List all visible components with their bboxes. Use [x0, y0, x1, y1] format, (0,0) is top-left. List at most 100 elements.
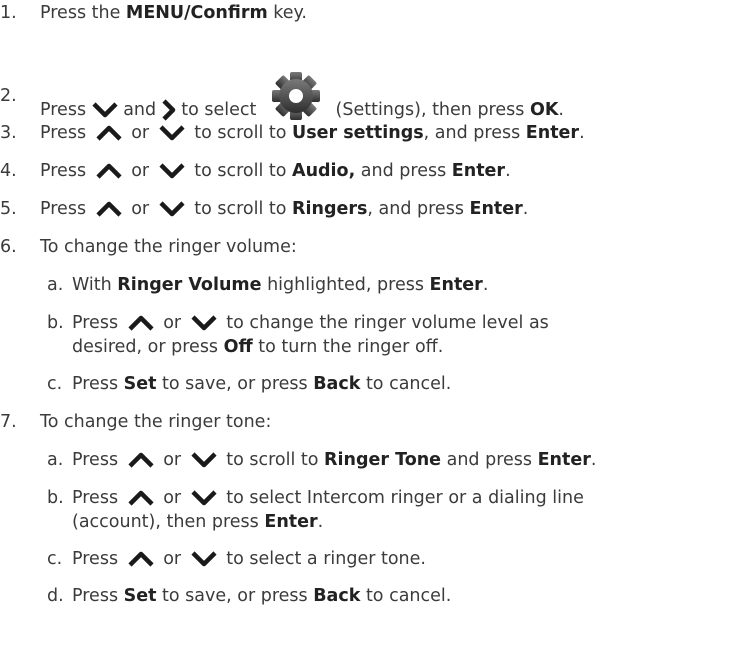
key-name: Set: [123, 374, 157, 394]
step-text: Press: [40, 123, 92, 143]
step-text: to save, or press: [156, 586, 314, 606]
key-name: Enter: [469, 199, 523, 219]
chevron-down-icon: [159, 163, 185, 179]
substep-letter: b.: [47, 313, 64, 333]
chevron-up-icon: [96, 125, 122, 141]
substep-letter: c.: [47, 549, 63, 569]
step-text: To change the ringer volume:: [40, 237, 297, 257]
step-text: highlighted, press: [261, 275, 430, 295]
substep-letter: b.: [47, 488, 64, 508]
step-text: , and press: [367, 199, 470, 219]
step-text: to select Intercom ringer or a dialing l…: [220, 488, 584, 508]
step-text: .: [579, 123, 585, 143]
step-number: 5.: [0, 199, 17, 219]
menu-item-name: Ringer Volume: [117, 275, 262, 295]
chevron-right-icon: [162, 99, 176, 121]
step-text: or: [125, 161, 155, 181]
chevron-down-icon: [191, 490, 217, 506]
step-text: Press: [72, 450, 124, 470]
key-name: MENU/Confirm: [125, 3, 268, 23]
step-text: to cancel.: [360, 586, 452, 606]
key-name: Enter: [429, 275, 483, 295]
step-text: .: [522, 199, 529, 219]
chevron-up-icon: [128, 315, 154, 331]
chevron-down-icon: [159, 201, 185, 217]
substep-letter: c.: [47, 374, 63, 394]
substep-letter: a.: [47, 450, 64, 470]
key-name: Off: [223, 337, 253, 357]
step-text: and press: [355, 161, 452, 181]
step-text: .: [317, 512, 324, 532]
step-number: 3.: [0, 123, 17, 143]
key-name: Enter: [264, 512, 318, 532]
step-text: to scroll to: [188, 123, 293, 143]
step-text: Press: [72, 549, 124, 569]
chevron-down-icon: [191, 452, 217, 468]
step-text: to scroll to: [220, 450, 325, 470]
step-text: Press: [40, 100, 92, 120]
step-text: to scroll to: [188, 199, 293, 219]
step-number: 6.: [0, 237, 17, 257]
step-text: .: [482, 275, 489, 295]
key-name: Back: [313, 374, 361, 394]
menu-item-name: User settings: [292, 123, 424, 143]
step-text: With: [72, 275, 118, 295]
step-text: Press: [72, 488, 124, 508]
key-name: Enter: [537, 450, 591, 470]
chevron-down-icon: [159, 125, 185, 141]
key-name: Back: [313, 586, 361, 606]
instructions-page: 1. Press the MENU/Confirm key. 2. Press …: [0, 0, 747, 669]
step-text: or: [125, 199, 155, 219]
step-text: Press: [72, 586, 124, 606]
menu-item-name: Ringer Tone: [324, 450, 442, 470]
step-text: to cancel.: [360, 374, 452, 394]
step-text: .: [590, 450, 597, 470]
step-text: to scroll to: [188, 161, 293, 181]
step-number: 1.: [0, 3, 17, 23]
step-text: .: [505, 161, 511, 181]
chevron-up-icon: [128, 551, 154, 567]
step-text: key.: [267, 3, 307, 23]
menu-item-name: Ringers: [292, 199, 368, 219]
step-text: to select a ringer tone.: [220, 549, 426, 569]
step-number: 2.: [0, 86, 17, 106]
step-text: or: [157, 313, 187, 333]
step-text: desired, or press: [72, 337, 224, 357]
step-text: Press: [40, 199, 92, 219]
substep-letter: d.: [47, 586, 64, 606]
chevron-down-icon: [92, 102, 118, 118]
step-text: and press: [441, 450, 538, 470]
chevron-up-icon: [96, 201, 122, 217]
step-text: Press: [40, 161, 92, 181]
substep-letter: a.: [47, 275, 64, 295]
step-text: or: [157, 450, 187, 470]
key-name: Enter: [525, 123, 580, 143]
step-text: or: [125, 123, 155, 143]
step-text: to change the ringer volume level as: [220, 313, 549, 333]
menu-item-name: Audio,: [292, 161, 356, 181]
step-text: to select: [175, 100, 262, 120]
key-name: Enter: [451, 161, 506, 181]
step-text: or: [157, 549, 187, 569]
step-text: (Settings), then press: [329, 100, 530, 120]
step-text: to turn the ringer off.: [252, 337, 444, 357]
step-text: (account), then press: [72, 512, 265, 532]
chevron-up-icon: [96, 163, 122, 179]
chevron-down-icon: [191, 315, 217, 331]
step-text: to save, or press: [156, 374, 314, 394]
step-text: Press: [72, 313, 124, 333]
step-number: 7.: [0, 412, 17, 432]
step-text: Press the: [40, 3, 126, 23]
step-text: or: [157, 488, 187, 508]
step-text: To change the ringer tone:: [40, 412, 272, 432]
chevron-up-icon: [128, 452, 154, 468]
chevron-down-icon: [191, 551, 217, 567]
settings-gear-icon: [266, 71, 326, 121]
step-text: .: [558, 100, 564, 120]
chevron-up-icon: [128, 490, 154, 506]
key-name: Set: [123, 586, 157, 606]
step-number: 4.: [0, 161, 17, 181]
step-text: and: [117, 100, 162, 120]
step-text: Press: [72, 374, 124, 394]
step-text: , and press: [423, 123, 526, 143]
